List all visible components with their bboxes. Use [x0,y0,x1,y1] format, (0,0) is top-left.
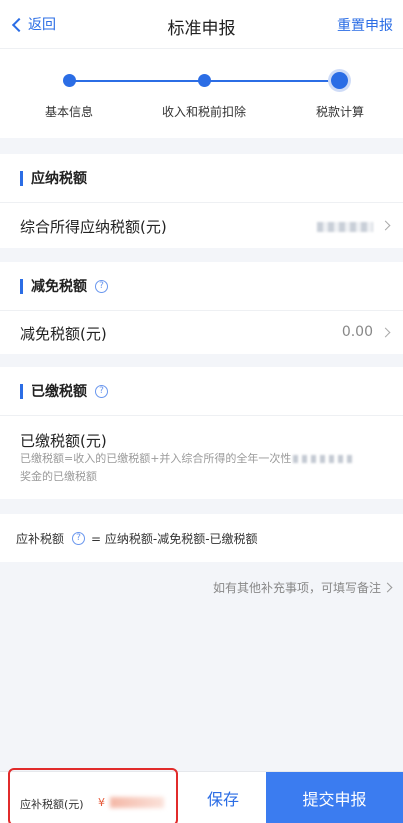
chevron-right-icon [380,220,391,231]
row-tax-reduction[interactable]: 减免税额(元) 0.00 [0,310,403,354]
bottom-action-bar: 应补税额(元) ¥ 保存 提交申报 [0,768,403,823]
chevron-right-icon [382,582,393,593]
currency-symbol: ¥ [98,796,105,809]
section-header-payable: 应纳税额 [0,154,403,202]
section-header-reduction: 减免税额 ? [0,262,403,310]
tax-due-value [110,797,164,808]
row-payable-tax[interactable]: 综合所得应纳税额(元) [0,202,403,248]
back-label: 返回 [28,17,56,33]
submit-declaration-button[interactable]: 提交申报 [266,772,403,823]
reset-declaration-button[interactable]: 重置申报 [337,15,393,35]
step-connector [69,80,204,82]
formula-label: 应补税额 [16,531,65,546]
back-button[interactable]: 返回 [11,14,56,34]
step-label-tax-calc: 税款计算 [315,105,364,119]
paid-tax-description: 已缴税额=收入的已缴税额+并入综合所得的全年一次性 奖金的已缴税额 [20,450,385,486]
tax-due-formula: 应补税额 ? = 应纳税额-减免税额-已缴税额 [0,514,403,562]
section-accent-bar [20,170,23,186]
row-title: 综合所得应纳税额(元) [20,218,167,236]
save-button[interactable]: 保存 [180,772,266,823]
remark-link[interactable]: 如有其他补充事项，可填写备注 [212,579,393,596]
step-label-income: 收入和税前扣除 [161,105,246,119]
row-title: 已缴税额(元) [20,432,107,450]
step-dot-tax-calc [331,72,348,89]
help-circle-icon[interactable]: ? [95,384,108,398]
section-accent-bar [20,278,23,294]
navbar: 返回 标准申报 重置申报 [0,0,403,48]
paid-tax-value [293,455,354,463]
step-label-basic-info: 基本信息 [44,105,93,119]
description-line: 已缴税额=收入的已缴税额+并入综合所得的全年一次性 [20,452,292,465]
chevron-right-icon [380,327,391,338]
tax-due-label: 应补税额(元) [20,798,84,811]
section-title: 应纳税额 [31,171,87,187]
section-accent-bar [20,383,23,399]
row-title: 减免税额(元) [20,325,107,343]
formula-expression: = 应纳税额-减免税额-已缴税额 [91,531,258,546]
section-header-paid: 已缴税额 ? [0,367,403,415]
step-dot-basic-info [63,74,76,87]
chevron-left-icon [11,17,27,32]
progress-stepper: 基本信息 收入和税前扣除 税款计算 [0,48,403,138]
reduction-value: 0.00 [341,324,373,340]
row-tax-paid: 已缴税额(元) 已缴税额=收入的已缴税额+并入综合所得的全年一次性 奖金的已缴税… [0,415,403,499]
section-title: 已缴税额 [31,384,87,400]
step-dot-income [198,74,211,87]
help-circle-icon[interactable]: ? [72,531,86,545]
step-connector [204,80,339,82]
remark-link-label: 如有其他补充事项，可填写备注 [212,581,381,595]
help-circle-icon[interactable]: ? [95,279,108,293]
payable-tax-value [317,219,373,235]
section-title: 减免税额 [31,279,87,295]
description-line: 奖金的已缴税额 [20,470,97,483]
